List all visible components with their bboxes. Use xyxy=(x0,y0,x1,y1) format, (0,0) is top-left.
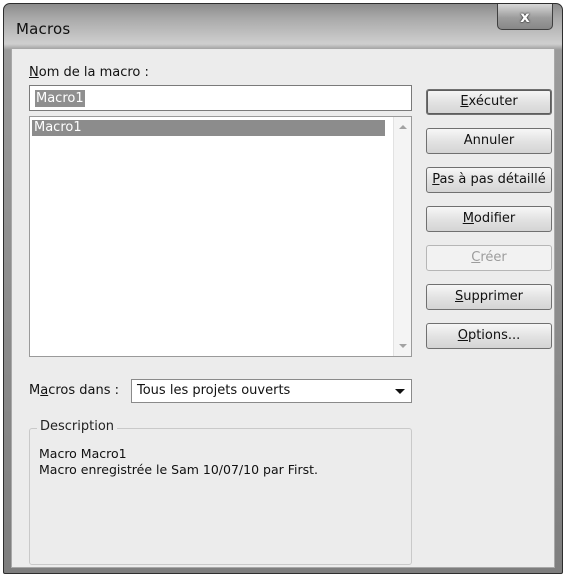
options-button[interactable]: Options... xyxy=(426,323,552,349)
create-button[interactable]: Créer xyxy=(426,245,552,271)
execute-button[interactable]: Exécuter xyxy=(426,89,552,115)
macros-in-dropdown[interactable]: Tous les projets ouverts xyxy=(131,379,412,403)
close-button[interactable]: x xyxy=(497,4,553,30)
dialog-content: Nom de la macro : Macro1 Macro1 Macros d… xyxy=(11,48,555,568)
title-bar[interactable]: Macros x xyxy=(4,4,562,44)
cancel-button[interactable]: Annuler xyxy=(426,128,552,154)
close-icon: x xyxy=(520,7,530,26)
description-line-1: Macro Macro1 xyxy=(39,446,127,461)
macros-in-value: Tous les projets ouverts xyxy=(137,383,291,398)
step-into-button[interactable]: Pas à pas détaillé xyxy=(426,167,552,193)
macro-name-input[interactable]: Macro1 xyxy=(29,85,412,111)
description-group: Description Macro Macro1 Macro enregistr… xyxy=(29,419,412,565)
window-title: Macros xyxy=(16,20,71,38)
scroll-up-arrow-icon[interactable] xyxy=(399,125,407,129)
chevron-down-icon[interactable] xyxy=(395,389,405,394)
macro-list-item[interactable]: Macro1 xyxy=(32,120,385,136)
scroll-down-arrow-icon[interactable] xyxy=(399,344,407,348)
description-line-2: Macro enregistrée le Sam 10/07/10 par Fi… xyxy=(39,462,318,477)
macro-list[interactable]: Macro1 xyxy=(29,116,412,357)
edit-button[interactable]: Modifier xyxy=(426,206,552,232)
description-title: Description xyxy=(37,419,118,434)
list-scrollbar[interactable] xyxy=(393,117,411,356)
macro-name-value: Macro1 xyxy=(35,90,85,107)
macro-name-label: Nom de la macro : xyxy=(29,65,149,80)
macros-in-label: Macros dans : xyxy=(29,383,119,398)
description-text: Macro Macro1 Macro enregistrée le Sam 10… xyxy=(39,446,318,478)
macros-dialog: Macros x Nom de la macro : Macro1 Macro1… xyxy=(3,3,563,574)
delete-button[interactable]: Supprimer xyxy=(426,284,552,310)
